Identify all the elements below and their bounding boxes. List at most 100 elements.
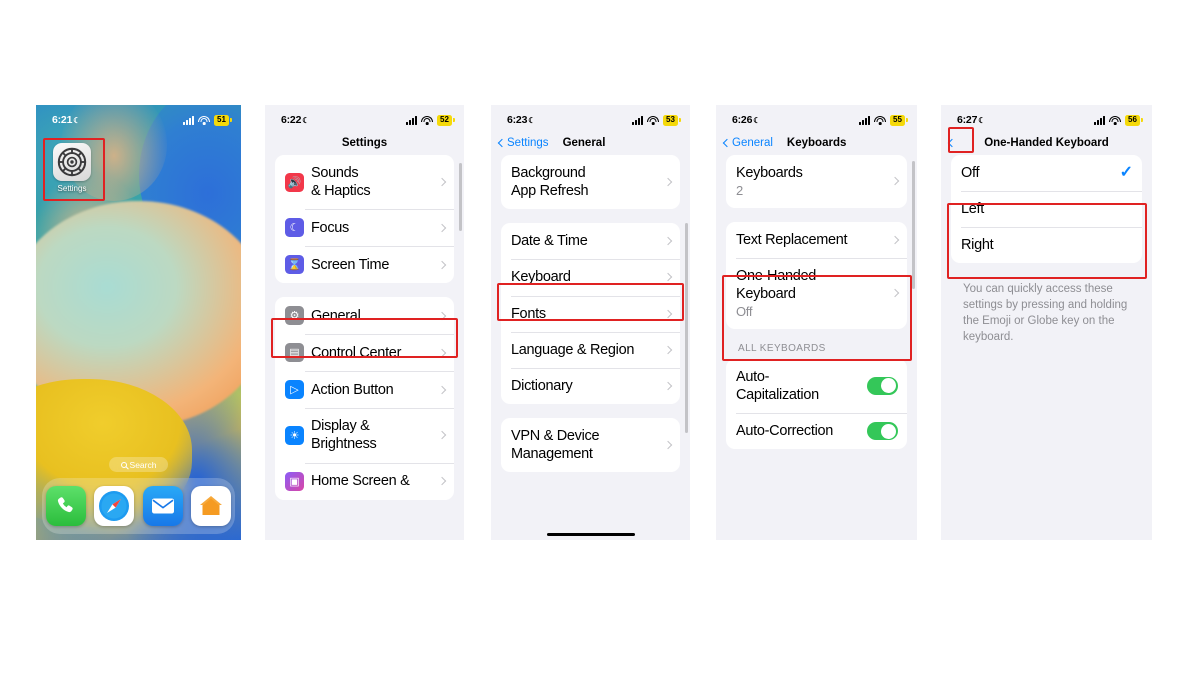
settings-scroll-area[interactable]: 🔊 Sounds & Haptics ☾ Focus ⌛ Screen Time xyxy=(265,155,464,540)
toggle-auto-capitalization[interactable] xyxy=(867,376,898,396)
focus-moon-icon: ☾ xyxy=(302,115,310,125)
cellular-signal-icon xyxy=(632,115,643,125)
row-subtitle: Off xyxy=(736,304,753,320)
list-item-fonts[interactable]: Fonts xyxy=(501,295,680,332)
back-button[interactable]: General xyxy=(722,137,773,149)
scrollbar[interactable] xyxy=(459,163,462,231)
list-item-vpn-device-management[interactable]: VPN & Device Management xyxy=(501,418,680,472)
home-indicator xyxy=(546,532,635,536)
chevron-right-icon xyxy=(663,309,673,318)
nav-bar: Settings General xyxy=(491,131,690,155)
chevron-right-icon xyxy=(437,311,447,320)
row-label: Display & Brightness xyxy=(311,418,377,453)
list-item-date-time[interactable]: Date & Time xyxy=(501,223,680,259)
sidebar-item-screen-time[interactable]: ⌛ Screen Time xyxy=(275,246,454,283)
list-item-text-replacement[interactable]: Text Replacement xyxy=(726,222,907,258)
chevron-right-icon xyxy=(437,431,447,440)
keyboards-group-3: Auto- Capitalization Auto-Correction xyxy=(726,358,907,450)
wifi-icon xyxy=(421,115,433,125)
back-label: General xyxy=(732,137,773,149)
chevron-right-icon xyxy=(437,177,447,187)
wifi-icon xyxy=(1109,115,1121,125)
search-label: Search xyxy=(129,459,157,470)
option-label: Left xyxy=(961,201,984,218)
focus-moon-icon: ☾ xyxy=(73,115,81,125)
app-icon-settings[interactable]: Settings xyxy=(46,143,98,193)
status-time: 6:22 ☾ xyxy=(281,114,310,126)
focus-moon-icon: ☾ xyxy=(978,115,986,125)
nav-bar: General Keyboards xyxy=(716,131,917,155)
chevron-right-icon xyxy=(663,345,673,354)
chevron-right-icon xyxy=(437,260,447,269)
status-indicators: 55 xyxy=(859,114,908,126)
battery-indicator: 51 xyxy=(214,114,232,126)
back-button[interactable]: Settings xyxy=(497,137,549,149)
row-label: Auto- Capitalization xyxy=(736,368,819,403)
status-time: 6:23 ☾ xyxy=(507,114,536,126)
moon-icon: ☾ xyxy=(285,218,304,238)
option-left[interactable]: Left xyxy=(951,191,1142,227)
option-right[interactable]: Right xyxy=(951,227,1142,263)
list-item-background-app-refresh[interactable]: Background App Refresh xyxy=(501,155,680,209)
nav-bar: One-Handed Keyboard xyxy=(941,131,1152,155)
toggle-auto-correction[interactable] xyxy=(867,421,898,441)
row-label: Background App Refresh xyxy=(511,165,589,200)
row-label: Date & Time xyxy=(511,233,588,250)
home-screen-icon: ▣ xyxy=(285,471,304,491)
status-time: 6:21 ☾ xyxy=(52,114,81,126)
action-button-icon: ▷ xyxy=(285,380,304,400)
sidebar-item-focus[interactable]: ☾ Focus xyxy=(275,209,454,246)
general-group-3: VPN & Device Management xyxy=(501,417,680,473)
chevron-right-icon xyxy=(663,440,673,450)
page-title: Keyboards xyxy=(786,137,847,149)
chevron-right-icon xyxy=(890,289,900,298)
list-item-auto-capitalization[interactable]: Auto- Capitalization xyxy=(726,359,907,413)
chevron-right-icon xyxy=(437,348,447,357)
status-bar: 6:23 ☾ 53 xyxy=(491,105,690,131)
cellular-signal-icon xyxy=(406,115,417,125)
list-item-dictionary[interactable]: Dictionary xyxy=(501,367,680,404)
scrollbar[interactable] xyxy=(685,223,688,433)
list-item-auto-correction[interactable]: Auto-Correction xyxy=(726,412,907,450)
footnote-text: You can quickly access these settings by… xyxy=(963,283,1128,343)
back-button[interactable] xyxy=(947,138,957,148)
dock-safari-icon[interactable] xyxy=(94,486,135,526)
row-label: Action Button xyxy=(311,381,394,398)
list-item-keyboards[interactable]: Keyboards 2 xyxy=(726,155,907,208)
one-handed-scroll-area[interactable]: Off ✓ Left Right You can quickly access … xyxy=(941,155,1152,540)
cellular-signal-icon xyxy=(1094,115,1105,125)
sidebar-item-display-brightness[interactable]: ☀ Display & Brightness xyxy=(275,408,454,462)
status-indicators: 51 xyxy=(183,114,232,126)
control-center-icon: ▤ xyxy=(285,343,304,363)
battery-indicator: 56 xyxy=(1125,114,1143,126)
list-item-language-region[interactable]: Language & Region xyxy=(501,331,680,368)
general-scroll-area[interactable]: Background App Refresh Date & Time Keybo… xyxy=(491,155,690,540)
general-group-1: Background App Refresh xyxy=(501,155,680,210)
list-item-one-handed-keyboard[interactable]: One-Handed Keyboard Off xyxy=(726,257,907,329)
hourglass-icon: ⌛ xyxy=(285,255,304,275)
sidebar-item-home-screen[interactable]: ▣ Home Screen & xyxy=(275,462,454,500)
general-group-2: Date & Time Keyboard Fonts Language & Re… xyxy=(501,223,680,404)
home-search-pill[interactable]: Search xyxy=(108,457,169,472)
sidebar-item-action-button[interactable]: ▷ Action Button xyxy=(275,371,454,408)
sidebar-item-sounds-haptics[interactable]: 🔊 Sounds & Haptics xyxy=(275,155,454,209)
home-app-grid: Settings xyxy=(46,143,98,193)
phone-panel-one-handed-keyboard: 6:27 ☾ 56 One-Handed Keyboard Off ✓ Left… xyxy=(941,105,1152,540)
phone-panel-settings: 6:22 ☾ 52 Settings 🔊 Sounds & Haptics ☾ … xyxy=(265,105,464,540)
chevron-right-icon xyxy=(663,237,673,246)
chevron-right-icon xyxy=(663,177,673,187)
sidebar-item-control-center[interactable]: ▤ Control Center xyxy=(275,334,454,371)
phone-panel-keyboards: 6:26 ☾ 55 General Keyboards Keyboards 2 … xyxy=(716,105,917,540)
dock-mail-icon[interactable] xyxy=(142,486,183,526)
list-item-keyboard[interactable]: Keyboard xyxy=(501,259,680,295)
dock-home-icon[interactable] xyxy=(190,486,231,526)
sidebar-item-general[interactable]: ⚙ General xyxy=(275,297,454,334)
keyboards-scroll-area[interactable]: Keyboards 2 Text Replacement One-Handed … xyxy=(716,155,917,540)
row-subtitle: 2 xyxy=(736,183,743,199)
chevron-right-icon xyxy=(437,476,447,486)
search-icon xyxy=(120,461,127,468)
dock-phone-icon[interactable] xyxy=(46,486,87,526)
scrollbar[interactable] xyxy=(912,161,915,289)
option-off[interactable]: Off ✓ xyxy=(951,155,1142,191)
focus-moon-icon: ☾ xyxy=(528,115,536,125)
